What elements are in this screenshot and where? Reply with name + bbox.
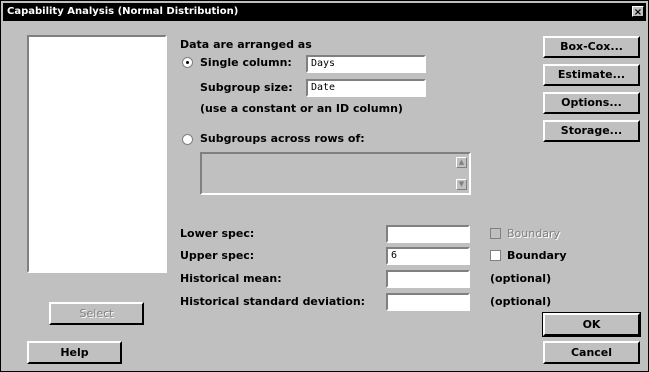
- upper-spec-label: Upper spec:: [180, 249, 255, 262]
- constant-note: (use a constant or an ID column): [200, 102, 403, 115]
- subgroups-across-radio[interactable]: [182, 134, 193, 145]
- estimate-button[interactable]: Estimate...: [543, 64, 640, 86]
- data-arranged-label: Data are arranged as: [180, 38, 312, 51]
- options-button[interactable]: Options...: [543, 92, 640, 114]
- window-title: Capability Analysis (Normal Distribution…: [7, 6, 239, 17]
- upper-boundary-checkbox[interactable]: [490, 250, 501, 261]
- subgroups-across-input[interactable]: ▲ ▼: [200, 152, 471, 195]
- select-button: Select: [49, 302, 144, 325]
- lower-boundary-label: Boundary: [507, 227, 560, 240]
- title-bar: Capability Analysis (Normal Distribution…: [3, 3, 646, 21]
- scroll-down-icon[interactable]: ▼: [456, 179, 467, 190]
- help-button[interactable]: Help: [27, 341, 122, 364]
- subgroup-size-label: Subgroup size:: [200, 81, 293, 94]
- upper-spec-input[interactable]: 6: [386, 247, 470, 265]
- historical-mean-optional: (optional): [490, 272, 552, 285]
- historical-mean-input[interactable]: [386, 270, 470, 288]
- radio-dot: [186, 61, 189, 64]
- cancel-button[interactable]: Cancel: [543, 341, 640, 364]
- lower-boundary-checkbox: [490, 228, 501, 239]
- ok-button[interactable]: OK: [542, 312, 641, 337]
- subgroups-across-label[interactable]: Subgroups across rows of:: [200, 132, 365, 145]
- upper-boundary-label[interactable]: Boundary: [507, 249, 567, 262]
- single-column-input[interactable]: Days: [306, 55, 426, 73]
- box-cox-button[interactable]: Box-Cox...: [543, 36, 640, 58]
- historical-sd-optional: (optional): [490, 295, 552, 308]
- storage-button[interactable]: Storage...: [543, 120, 640, 142]
- variable-list-box[interactable]: [27, 35, 167, 273]
- close-icon[interactable]: ×: [632, 6, 644, 18]
- subgroup-size-input[interactable]: Date: [306, 79, 426, 97]
- single-column-label[interactable]: Single column:: [200, 56, 292, 69]
- lower-spec-input[interactable]: [386, 225, 470, 243]
- historical-mean-label: Historical mean:: [180, 272, 282, 285]
- capability-analysis-dialog: Capability Analysis (Normal Distribution…: [0, 0, 649, 372]
- historical-sd-label: Historical standard deviation:: [180, 295, 366, 308]
- lower-spec-label: Lower spec:: [180, 227, 255, 240]
- historical-sd-input[interactable]: [386, 293, 470, 311]
- scroll-up-icon[interactable]: ▲: [456, 157, 467, 168]
- single-column-radio[interactable]: [182, 57, 193, 68]
